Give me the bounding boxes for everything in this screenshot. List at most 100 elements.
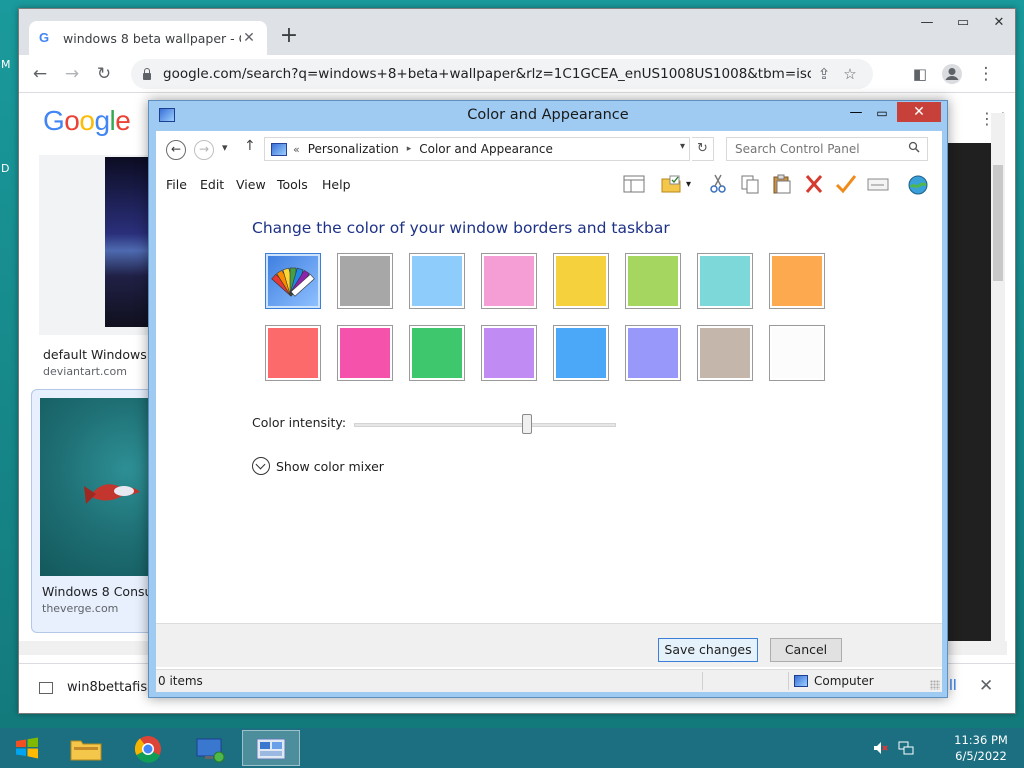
taskbar-chrome[interactable] xyxy=(118,730,176,766)
minimize-button[interactable]: — xyxy=(909,11,945,35)
taskbar-remote-desktop[interactable] xyxy=(180,730,238,766)
new-tab-button[interactable]: + xyxy=(277,25,301,47)
speaker-muted-icon[interactable] xyxy=(872,740,888,756)
profile-avatar-icon[interactable] xyxy=(939,61,965,87)
search-control-panel-input[interactable] xyxy=(726,137,928,161)
color-swatch[interactable] xyxy=(337,253,393,309)
back-button[interactable]: ← xyxy=(27,61,53,87)
scrollbar-thumb[interactable] xyxy=(993,165,1003,281)
close-button[interactable]: ✕ xyxy=(897,102,941,122)
menu-tools[interactable]: Tools xyxy=(277,177,308,192)
color-intensity-slider[interactable] xyxy=(354,423,616,427)
color-swatch[interactable] xyxy=(265,253,321,309)
color-swatch[interactable] xyxy=(625,253,681,309)
image-result-title[interactable]: Windows 8 Consum xyxy=(42,584,165,599)
back-button[interactable]: ← xyxy=(166,140,186,160)
refresh-button[interactable]: ↻ xyxy=(692,137,714,161)
color-swatch[interactable] xyxy=(553,325,609,381)
folder-options-icon[interactable] xyxy=(660,173,684,195)
bookmark-star-icon[interactable]: ☆ xyxy=(837,65,863,83)
resize-grip[interactable] xyxy=(930,680,940,690)
breadcrumb-separator-icon[interactable]: ▸ xyxy=(407,144,412,154)
maximize-button[interactable]: ▭ xyxy=(871,103,893,123)
more-menu-icon[interactable]: ⋮ xyxy=(973,61,999,87)
color-swatch[interactable] xyxy=(769,253,825,309)
color-swatch[interactable] xyxy=(625,325,681,381)
color-swatch[interactable] xyxy=(697,253,753,309)
share-icon[interactable]: ⇪ xyxy=(811,65,837,83)
menu-bar: File Edit View Tools Help ▾ xyxy=(156,169,942,199)
color-swatch[interactable] xyxy=(553,253,609,309)
reload-button[interactable]: ↻ xyxy=(91,61,117,87)
paste-clipboard-icon[interactable] xyxy=(770,173,794,195)
copy-icon[interactable] xyxy=(738,173,762,195)
network-icon[interactable] xyxy=(898,740,914,756)
status-item-count: 0 items xyxy=(158,674,203,688)
swatch-color xyxy=(412,328,462,378)
save-changes-button[interactable]: Save changes xyxy=(658,638,758,662)
browser-tab[interactable]: G windows 8 beta wallpaper - Google Sear… xyxy=(29,21,267,55)
forward-button[interactable]: → xyxy=(194,140,214,160)
taskbar-control-panel[interactable] xyxy=(242,730,300,766)
menu-help[interactable]: Help xyxy=(322,177,351,192)
up-level-icon[interactable]: ↑ xyxy=(244,138,256,154)
color-swatch[interactable] xyxy=(409,253,465,309)
forward-button[interactable]: → xyxy=(59,61,85,87)
image-result-thumbnail[interactable] xyxy=(40,398,164,576)
network-monitor-icon xyxy=(196,738,225,763)
color-swatch[interactable] xyxy=(481,325,537,381)
swatch-color xyxy=(628,328,678,378)
layout-pane-icon[interactable] xyxy=(622,173,646,195)
color-swatch[interactable] xyxy=(769,325,825,381)
cut-scissors-icon[interactable] xyxy=(706,173,730,195)
internet-globe-icon[interactable] xyxy=(906,173,930,195)
image-result-selected[interactable]: Windows 8 Consum theverge.com xyxy=(31,389,165,633)
swatch-color xyxy=(700,328,750,378)
page-heading: Change the color of your window borders … xyxy=(252,219,670,237)
google-logo[interactable]: Google xyxy=(43,105,131,137)
close-download-bar-icon[interactable]: ✕ xyxy=(979,676,993,696)
image-result-source: theverge.com xyxy=(42,602,119,615)
start-button-windows-icon[interactable] xyxy=(6,732,48,764)
address-bar[interactable]: google.com/search?q=windows+8+beta+wallp… xyxy=(131,59,873,89)
tab-title: windows 8 beta wallpaper - Google Search xyxy=(63,30,241,46)
color-swatch[interactable] xyxy=(265,325,321,381)
side-panel-icon[interactable]: ◧ xyxy=(907,61,933,87)
color-swatch[interactable] xyxy=(697,325,753,381)
breadcrumb-personalization[interactable]: Personalization xyxy=(308,142,399,156)
color-swatch[interactable] xyxy=(409,325,465,381)
status-divider xyxy=(788,672,789,690)
color-swatch[interactable] xyxy=(481,253,537,309)
image-result-title[interactable]: default Windows 8 xyxy=(43,347,159,362)
close-window-button[interactable]: ✕ xyxy=(981,11,1017,35)
recent-locations-dropdown-icon[interactable]: ▾ xyxy=(222,141,228,154)
menu-file[interactable]: File xyxy=(166,177,187,192)
minimize-button[interactable]: — xyxy=(845,103,867,123)
close-tab-icon[interactable]: ✕ xyxy=(241,30,257,46)
folder-options-dropdown-icon[interactable]: ▾ xyxy=(686,179,691,190)
image-result[interactable] xyxy=(39,155,159,335)
page-scrollbar[interactable] xyxy=(991,113,1005,643)
address-dropdown-icon[interactable]: ▾ xyxy=(680,141,685,152)
menu-edit[interactable]: Edit xyxy=(200,177,224,192)
menu-view[interactable]: View xyxy=(236,177,266,192)
download-filename[interactable]: win8bettafish. xyxy=(67,680,160,695)
color-intensity-slider-thumb[interactable] xyxy=(521,414,532,434)
taskbar-clock[interactable]: 11:36 PM 6/5/2022 xyxy=(944,732,1018,764)
properties-check-icon[interactable] xyxy=(834,173,858,195)
taskbar-file-explorer[interactable] xyxy=(56,730,114,766)
image-result-thumbnail[interactable] xyxy=(105,157,151,327)
address-bar[interactable]: « Personalization ▸ Color and Appearance… xyxy=(264,137,690,161)
show-color-mixer-chevron-icon[interactable] xyxy=(252,457,270,475)
delete-x-icon[interactable] xyxy=(802,173,826,195)
maximize-button[interactable]: ▭ xyxy=(945,11,981,35)
breadcrumb-overflow[interactable]: « xyxy=(293,143,300,156)
cancel-button[interactable]: Cancel xyxy=(770,638,842,662)
breadcrumb-color-appearance[interactable]: Color and Appearance xyxy=(419,142,553,156)
rename-icon[interactable] xyxy=(866,173,890,195)
color-swatch[interactable] xyxy=(337,325,393,381)
show-color-mixer-link[interactable]: Show color mixer xyxy=(276,459,384,474)
title-bar[interactable]: Color and Appearance — ▭ ✕ xyxy=(149,101,947,131)
show-all-downloads-link[interactable]: ll xyxy=(949,678,957,694)
search-icon[interactable] xyxy=(908,141,920,153)
